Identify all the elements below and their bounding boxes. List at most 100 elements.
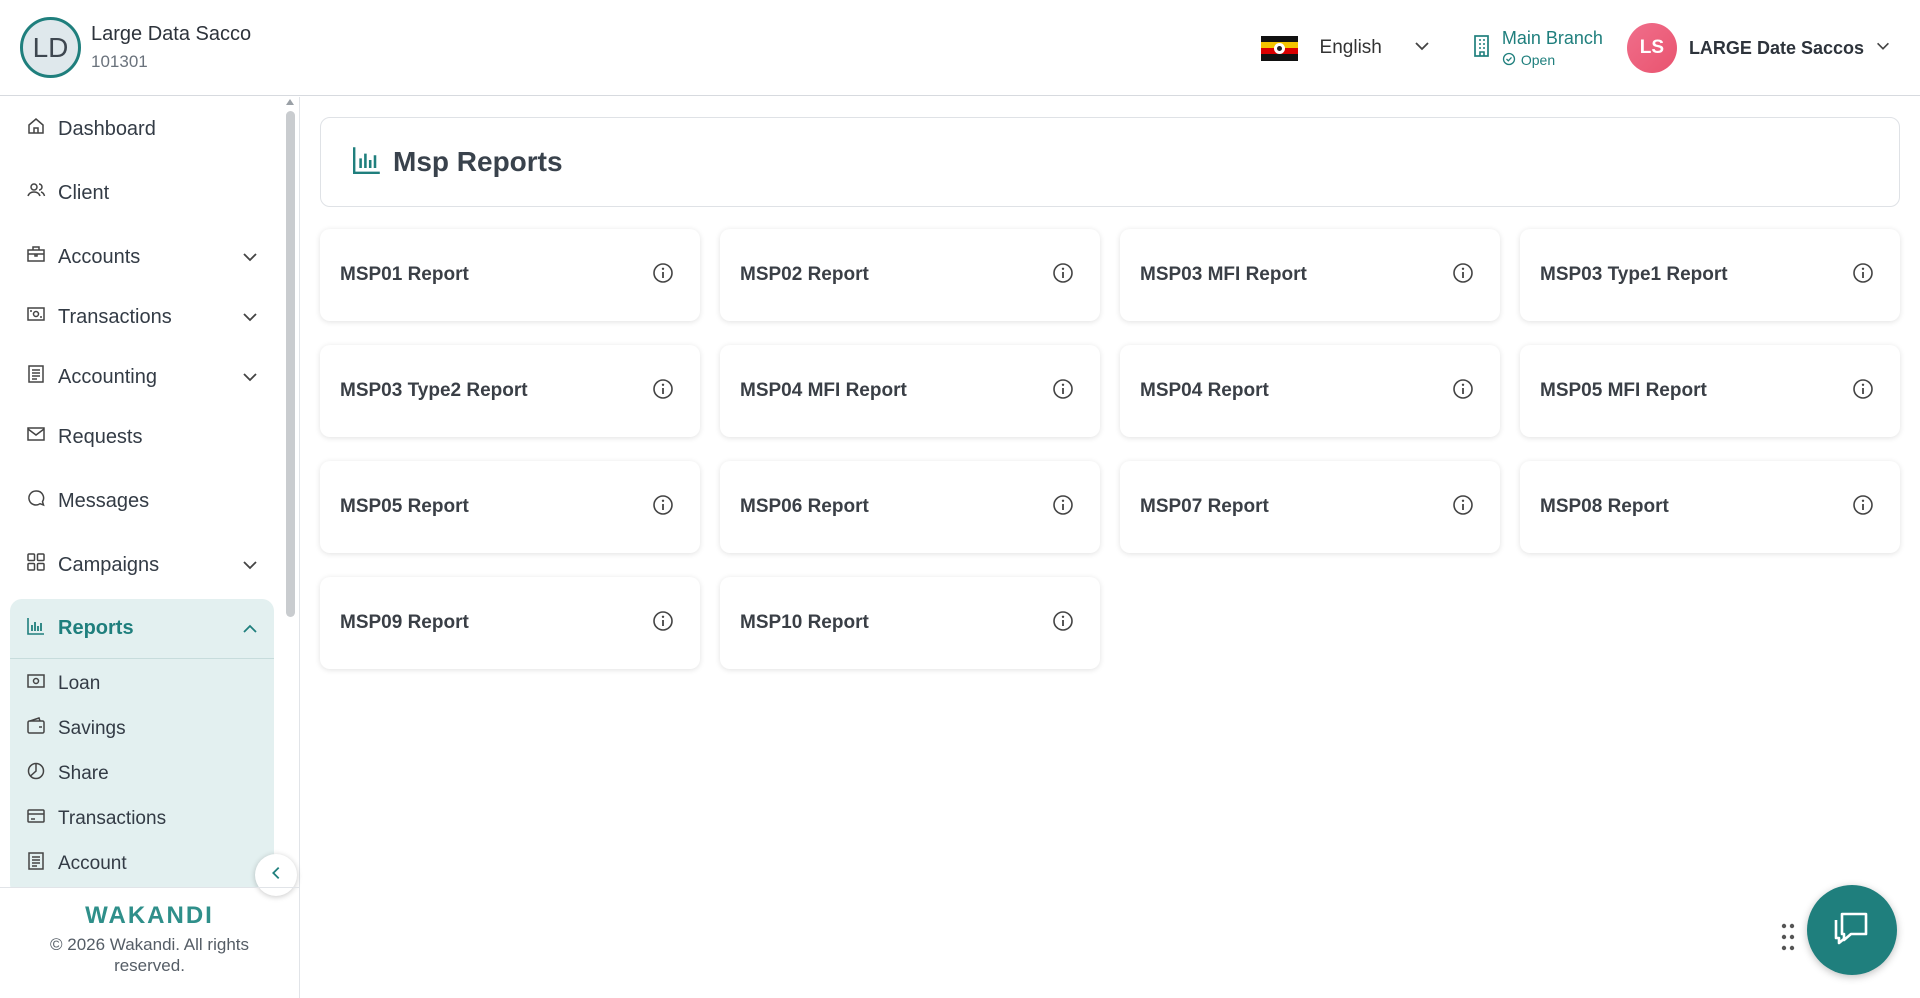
report-card-title: MSP03 MFI Report [1140, 264, 1307, 285]
info-icon[interactable] [1052, 494, 1074, 521]
chat-bubble-icon [1830, 906, 1874, 955]
wakandi-logo: WAKANDI [85, 902, 214, 929]
org-name: Large Data Sacco [91, 23, 252, 45]
sidebar-item-campaigns[interactable]: Campaigns [10, 535, 274, 595]
chat-widget-button[interactable] [1807, 885, 1897, 975]
organization-switcher[interactable]: LD Large Data Sacco 101301 [20, 17, 251, 78]
chevron-up-icon[interactable] [240, 619, 260, 645]
info-icon[interactable] [1852, 262, 1874, 289]
chevron-down-icon[interactable] [1874, 37, 1892, 60]
cash-icon [26, 304, 46, 330]
wallet-icon [26, 716, 46, 742]
sidebar-footer: WAKANDI © 2026 Wakandi. All rights reser… [0, 887, 299, 998]
ledger-icon [26, 364, 46, 390]
report-card[interactable]: MSP08 Report [1520, 461, 1900, 553]
report-card-title: MSP07 Report [1140, 496, 1269, 517]
sidebar-subitem-share[interactable]: Share [10, 751, 274, 796]
sidebar-subitem-loan[interactable]: Loan [10, 661, 274, 706]
report-card-title: MSP08 Report [1540, 496, 1669, 517]
user-name: LARGE Date Saccos [1688, 37, 1864, 58]
report-card-title: MSP01 Report [340, 264, 469, 285]
report-card[interactable]: MSP05 MFI Report [1520, 345, 1900, 437]
check-circle-icon [1502, 52, 1516, 69]
info-icon[interactable] [1452, 378, 1474, 405]
info-icon[interactable] [1452, 262, 1474, 289]
users-icon [26, 180, 46, 206]
org-avatar: LD [20, 17, 81, 78]
pie-icon [26, 761, 46, 787]
info-icon[interactable] [1052, 262, 1074, 289]
info-icon[interactable] [1852, 378, 1874, 405]
mail-icon [26, 424, 46, 450]
report-card-title: MSP05 MFI Report [1540, 380, 1707, 401]
chevron-down-icon[interactable] [240, 367, 260, 393]
info-icon[interactable] [652, 494, 674, 521]
copyright-text: © 2026 Wakandi. All rights reserved. [50, 935, 249, 975]
info-icon[interactable] [652, 378, 674, 405]
report-card-title: MSP06 Report [740, 496, 869, 517]
report-card[interactable]: MSP03 MFI Report [1120, 229, 1500, 321]
chevron-left-icon [267, 864, 285, 887]
chevron-down-icon[interactable] [240, 307, 260, 333]
info-icon[interactable] [1452, 494, 1474, 521]
scrollbar-up-arrow[interactable] [286, 99, 294, 105]
chevron-down-icon[interactable] [240, 555, 260, 581]
chevron-down-icon[interactable] [240, 247, 260, 273]
report-card[interactable]: MSP03 Type2 Report [320, 345, 700, 437]
grid-icon [26, 552, 46, 578]
report-card[interactable]: MSP10 Report [720, 577, 1100, 669]
language-select[interactable]: English [1320, 37, 1382, 59]
sidebar-item-reports[interactable]: Reports [10, 599, 274, 659]
branch-selector[interactable]: Main Branch Open [1472, 28, 1603, 69]
org-code: 101301 [91, 52, 148, 71]
info-icon[interactable] [1052, 378, 1074, 405]
report-card[interactable]: MSP07 Report [1120, 461, 1500, 553]
sidebar-item-dashboard[interactable]: Dashboard [10, 99, 274, 159]
report-card[interactable]: MSP04 Report [1120, 345, 1500, 437]
branch-status: Open [1520, 52, 1556, 68]
report-card[interactable]: MSP05 Report [320, 461, 700, 553]
bar-chart-icon [351, 144, 383, 181]
sidebar-scrollbar[interactable] [286, 111, 295, 617]
sidebar-item-client[interactable]: Client [10, 163, 274, 223]
page-header-card: Msp Reports [320, 117, 1900, 207]
sidebar-item-accounts[interactable]: Accounts [10, 227, 274, 287]
report-card[interactable]: MSP01 Report [320, 229, 700, 321]
drag-handle-icon[interactable] [1780, 922, 1796, 957]
user-avatar: LS [1626, 23, 1677, 73]
report-card-title: MSP04 Report [1140, 380, 1269, 401]
sidebar-nav: Dashboard Client Accounts Transactions A… [10, 97, 274, 887]
card-icon [26, 806, 46, 832]
bar-chart-icon [26, 616, 46, 642]
info-icon[interactable] [1852, 494, 1874, 521]
sidebar-item-accounting[interactable]: Accounting [10, 347, 274, 407]
page-title: Msp Reports [393, 146, 563, 177]
report-card[interactable]: MSP06 Report [720, 461, 1100, 553]
report-card[interactable]: MSP03 Type1 Report [1520, 229, 1900, 321]
report-card[interactable]: MSP09 Report [320, 577, 700, 669]
report-card[interactable]: MSP04 MFI Report [720, 345, 1100, 437]
uganda-flag-icon [1260, 35, 1298, 61]
sidebar-group-reports: Reports Loan Savings Share Transactions [10, 599, 274, 887]
info-icon[interactable] [1052, 610, 1074, 637]
sidebar-item-transactions[interactable]: Transactions [10, 287, 274, 347]
briefcase-icon [26, 244, 46, 270]
user-menu[interactable]: LS LARGE Date Saccos [1626, 23, 1892, 73]
sidebar-item-requests[interactable]: Requests [10, 407, 274, 467]
sidebar-subitem-account[interactable]: Account [10, 841, 274, 886]
report-card-title: MSP03 Type1 Report [1540, 264, 1728, 285]
report-card-title: MSP03 Type2 Report [340, 380, 528, 401]
report-card-title: MSP10 Report [740, 612, 869, 633]
info-icon[interactable] [652, 610, 674, 637]
report-card-title: MSP02 Report [740, 264, 869, 285]
sidebar-subitem-transactions[interactable]: Transactions [10, 796, 274, 841]
ledger-icon [26, 851, 46, 877]
sidebar-subitem-savings[interactable]: Savings [10, 706, 274, 751]
info-icon[interactable] [652, 262, 674, 289]
cash-icon [26, 671, 46, 697]
sidebar-item-messages[interactable]: Messages [10, 471, 274, 531]
chat-icon [26, 488, 46, 514]
chevron-down-icon[interactable] [1412, 36, 1432, 61]
report-card[interactable]: MSP02 Report [720, 229, 1100, 321]
report-card-title: MSP04 MFI Report [740, 380, 907, 401]
